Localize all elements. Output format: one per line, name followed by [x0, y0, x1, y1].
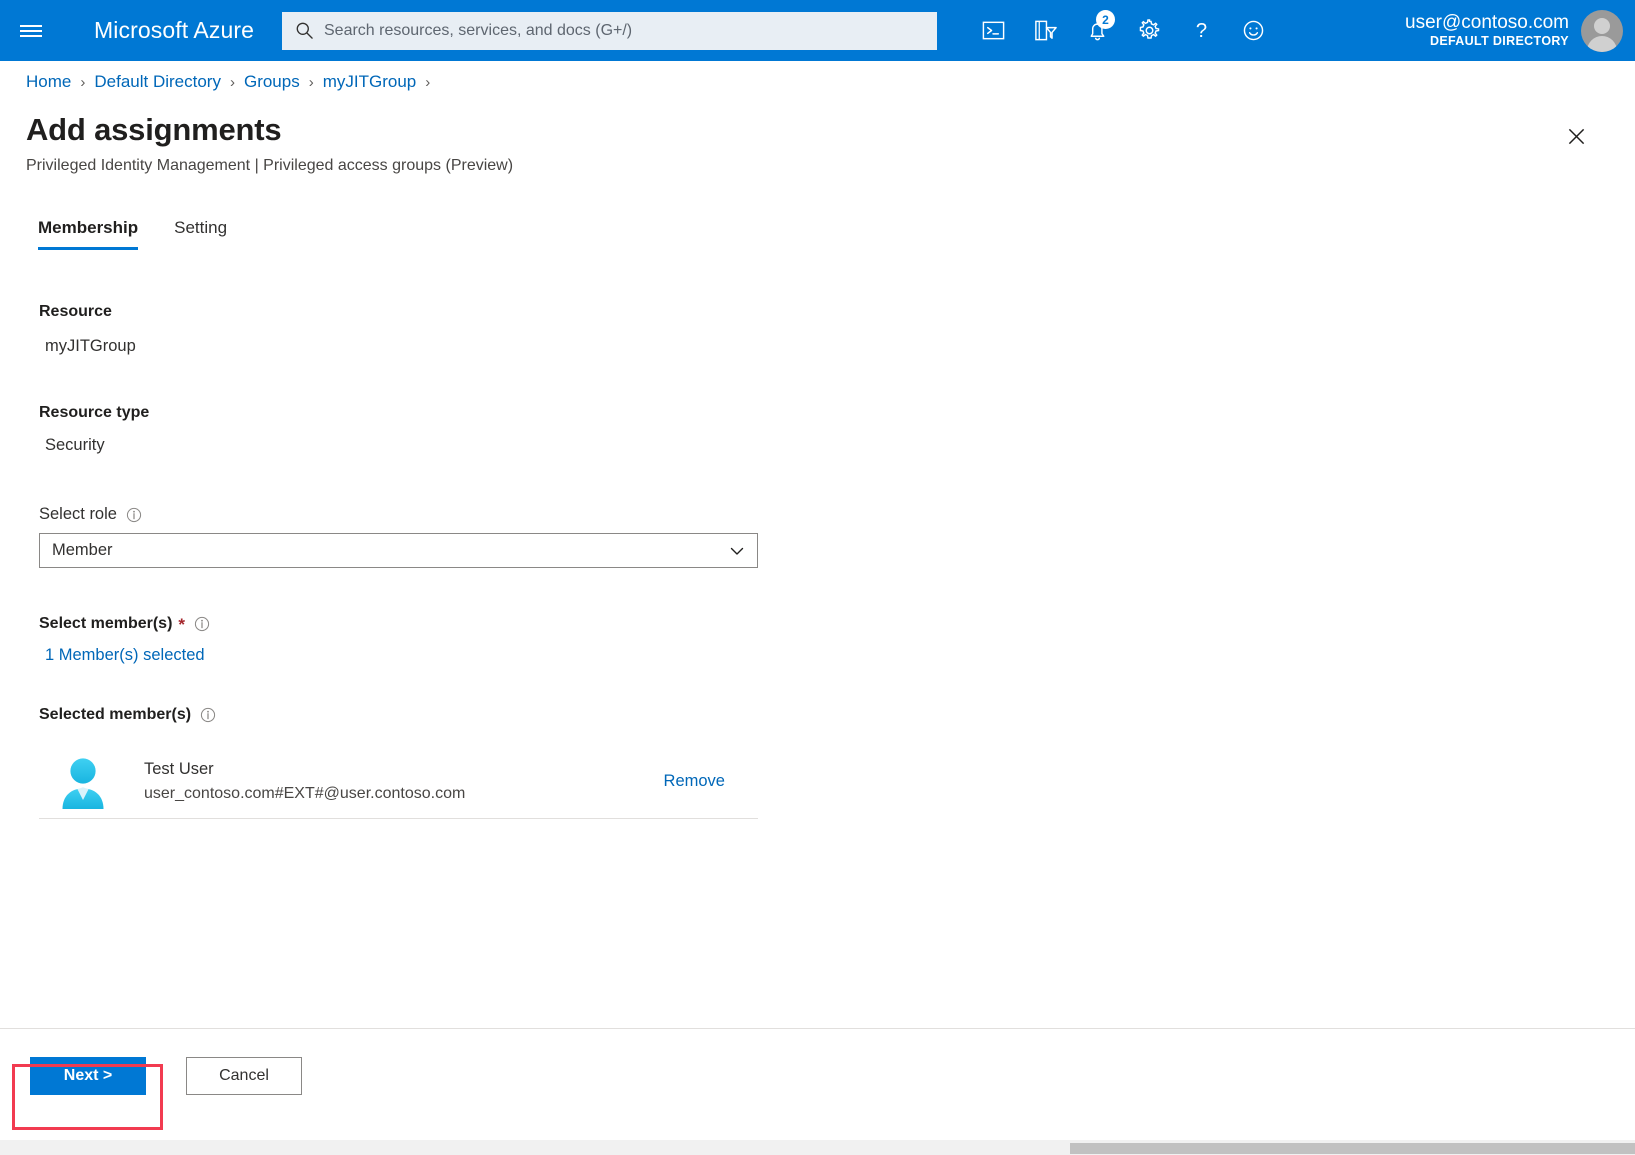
- select-members-label: Select member(s): [39, 615, 172, 633]
- info-icon[interactable]: [194, 616, 210, 632]
- info-icon[interactable]: [200, 707, 216, 723]
- selected-members-label: Selected member(s): [39, 706, 191, 724]
- notifications-bell-icon[interactable]: 2: [1071, 0, 1123, 61]
- selected-members-label-group: Selected member(s): [39, 706, 216, 724]
- top-navigation-bar: Microsoft Azure: [0, 0, 1635, 61]
- breadcrumb-separator-icon: ›: [425, 74, 430, 91]
- next-button[interactable]: Next >: [30, 1057, 146, 1095]
- breadcrumb-item-myjitgroup[interactable]: myJITGroup: [323, 72, 417, 92]
- select-role-dropdown[interactable]: Member: [39, 533, 758, 568]
- breadcrumb-item-home[interactable]: Home: [26, 72, 71, 92]
- select-members-label-group: Select member(s) *: [39, 615, 210, 633]
- member-name: Test User: [144, 758, 664, 782]
- breadcrumb-separator-icon: ›: [309, 74, 314, 91]
- cloud-shell-icon[interactable]: [967, 0, 1019, 61]
- azure-brand-logo[interactable]: Microsoft Azure: [94, 17, 254, 44]
- svg-text:?: ?: [1195, 20, 1206, 42]
- search-input[interactable]: [324, 22, 925, 40]
- avatar-body: [1587, 36, 1617, 52]
- hamburger-bar: [20, 25, 42, 27]
- account-menu[interactable]: user@contoso.com DEFAULT DIRECTORY: [1405, 0, 1635, 61]
- account-text-block: user@contoso.com DEFAULT DIRECTORY: [1405, 12, 1569, 48]
- hamburger-bar: [20, 35, 42, 37]
- avatar-head: [1594, 18, 1610, 34]
- close-icon[interactable]: [1558, 118, 1594, 154]
- resource-value: myJITGroup: [45, 337, 136, 356]
- feedback-smiley-icon[interactable]: [1227, 0, 1279, 61]
- global-search-box[interactable]: [282, 12, 937, 50]
- chevron-down-icon: [727, 541, 747, 561]
- select-role-label: Select role: [39, 505, 117, 524]
- page-subtitle: Privileged Identity Management | Privile…: [26, 157, 513, 175]
- cancel-button[interactable]: Cancel: [186, 1057, 302, 1095]
- user-avatar-icon[interactable]: [1581, 10, 1623, 52]
- hamburger-bar: [20, 30, 42, 32]
- resource-type-value: Security: [45, 436, 105, 455]
- remove-member-link[interactable]: Remove: [664, 772, 725, 791]
- search-icon: [294, 21, 314, 41]
- info-icon[interactable]: [126, 507, 142, 523]
- footer-action-bar: Next > Cancel: [0, 1036, 1635, 1116]
- select-role-selected-value: Member: [52, 541, 727, 560]
- top-nav-icon-group: 2 ?: [967, 0, 1279, 61]
- tab-membership[interactable]: Membership: [38, 218, 138, 250]
- hamburger-menu-icon[interactable]: [0, 0, 62, 61]
- directory-filter-icon[interactable]: [1019, 0, 1071, 61]
- required-asterisk: *: [178, 616, 185, 633]
- tab-bar: Membership Setting: [38, 218, 263, 250]
- member-info: Test User user_contoso.com#EXT#@user.con…: [144, 758, 664, 805]
- page-title: Add assignments: [26, 112, 281, 148]
- horizontal-scrollbar-thumb[interactable]: [1070, 1143, 1635, 1154]
- members-selected-link[interactable]: 1 Member(s) selected: [45, 646, 205, 665]
- account-email: user@contoso.com: [1405, 12, 1569, 34]
- footer-divider: [0, 1028, 1635, 1029]
- breadcrumb-item-default-directory[interactable]: Default Directory: [94, 72, 221, 92]
- selected-member-row: Test User user_contoso.com#EXT#@user.con…: [39, 745, 758, 819]
- breadcrumb-item-groups[interactable]: Groups: [244, 72, 300, 92]
- account-directory: DEFAULT DIRECTORY: [1405, 34, 1569, 48]
- tab-setting[interactable]: Setting: [174, 218, 227, 250]
- breadcrumb-separator-icon: ›: [230, 74, 235, 91]
- breadcrumb-separator-icon: ›: [80, 74, 85, 91]
- breadcrumb: Home › Default Directory › Groups › myJI…: [26, 72, 439, 92]
- notification-badge-count: 2: [1096, 10, 1115, 29]
- resource-type-label: Resource type: [39, 404, 149, 422]
- resource-label: Resource: [39, 303, 112, 321]
- member-email: user_contoso.com#EXT#@user.contoso.com: [144, 782, 664, 805]
- help-question-icon[interactable]: ?: [1175, 0, 1227, 61]
- settings-gear-icon[interactable]: [1123, 0, 1175, 61]
- select-role-label-group: Select role: [39, 505, 142, 524]
- person-avatar-icon: [56, 755, 110, 809]
